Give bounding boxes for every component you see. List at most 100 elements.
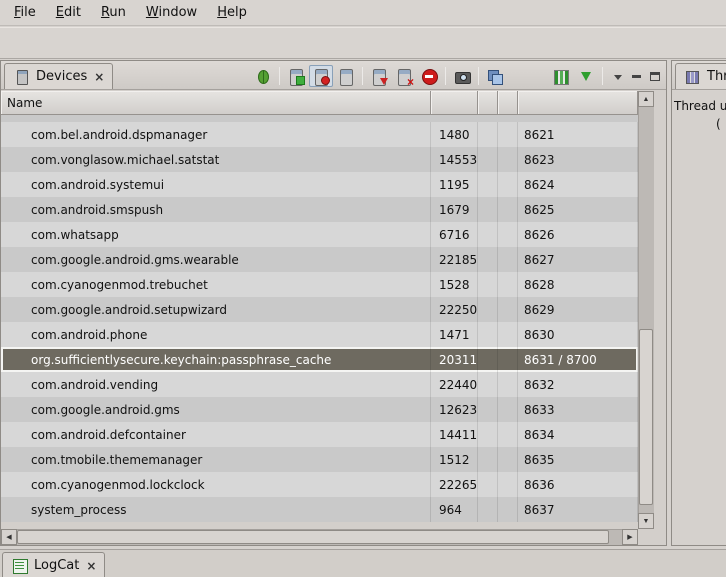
kill-process-button[interactable] [392,65,416,87]
process-port: 8635 [518,447,638,472]
view-menu-button[interactable] [609,68,625,84]
screen-capture-button[interactable] [450,65,474,87]
process-row[interactable]: com.android.vending224408632 [1,372,638,397]
menu-help[interactable]: Help [207,0,257,25]
cell-empty [478,322,498,347]
process-pid: 20311 [431,347,478,372]
tab-logcat-label: LogCat [34,558,79,573]
tab-devices[interactable]: Devices × [4,63,113,89]
cell-empty [498,447,518,472]
process-pid: 14553 [431,147,478,172]
process-row[interactable]: com.cyanogenmod.lockclock222658636 [1,472,638,497]
stop-process-icon [420,68,438,85]
cell-empty [478,147,498,172]
process-name: com.tmobile.thememanager [1,447,431,472]
process-port: 8631 / 8700 [518,347,638,372]
process-name: com.android.systemui [1,172,431,197]
toolbar-separator [362,67,363,85]
update-heap-button[interactable] [284,65,308,87]
tab-logcat[interactable]: LogCat × [2,552,105,577]
process-row[interactable]: system_process9648637 [1,497,638,522]
process-pid: 22250 [431,297,478,322]
cell-empty [498,172,518,197]
devices-view: Devices × Name com.bel.android.dspmanage… [0,60,667,546]
screen-capture-icon [453,68,471,85]
toolbar-separator [602,67,603,85]
cell-empty [498,472,518,497]
vertical-scrollbar[interactable] [638,91,654,529]
scroll-up-button[interactable] [638,91,654,107]
cell-empty [498,122,518,147]
stop-process-button[interactable] [417,65,441,87]
debug-process-button[interactable] [251,65,275,87]
thread-columns-button[interactable] [549,65,573,87]
menu-file[interactable]: File [4,0,46,25]
cell-empty [498,422,518,447]
scroll-right-button[interactable] [622,529,638,545]
process-name: com.android.phone [1,322,431,347]
toolbar-separator [279,67,280,85]
minimize-icon [632,75,641,78]
horizontal-scrollbar[interactable] [1,529,638,545]
horizontal-scrollbar-thumb[interactable] [17,530,609,544]
dump-hprof-button[interactable] [309,65,333,87]
logcat-icon [11,557,29,574]
vertical-scrollbar-thumb[interactable] [639,329,653,505]
process-table: Name com.bel.android.dspmanager14808621c… [1,91,666,545]
close-icon[interactable]: × [92,70,104,84]
close-icon[interactable]: × [84,559,96,573]
cell-empty [478,222,498,247]
cell-empty [498,397,518,422]
cell-empty [498,247,518,272]
bottom-bar: LogCat × [0,549,726,577]
tab-threads[interactable]: Threads [675,63,726,89]
update-threads-button[interactable] [367,65,391,87]
scroll-down-button[interactable] [638,513,654,529]
process-row[interactable]: com.google.android.gms126238633 [1,397,638,422]
cell-empty [478,347,498,372]
method-profiling-icon [577,68,595,85]
process-pid: 1480 [431,122,478,147]
process-port: 8636 [518,472,638,497]
cell-empty [478,497,498,522]
process-row[interactable]: com.vonglasow.michael.satstat145538623 [1,147,638,172]
menu-run[interactable]: Run [91,0,136,25]
cell-empty [498,272,518,297]
process-row[interactable]: com.cyanogenmod.trebuchet15288628 [1,272,638,297]
cell-empty [498,372,518,397]
threads-message-line1: Thread up [672,91,726,113]
process-pid: 1512 [431,447,478,472]
debug-process-icon [254,68,272,85]
cell-empty [498,197,518,222]
maximize-icon [650,72,660,81]
process-row[interactable]: com.android.defcontainer144118634 [1,422,638,447]
process-row[interactable]: com.google.android.setupwizard222508629 [1,297,638,322]
scroll-left-button[interactable] [1,529,17,545]
maximize-button[interactable] [647,68,663,84]
process-row[interactable]: org.sufficientlysecure.keychain:passphra… [1,347,638,372]
process-pid: 12623 [431,397,478,422]
process-port: 8630 [518,322,638,347]
hierarchy-view-button[interactable] [483,65,507,87]
minimize-button[interactable] [628,68,644,84]
cell-empty [478,397,498,422]
process-row[interactable]: com.google.android.gms.wearable221858627 [1,247,638,272]
process-row[interactable]: com.android.smspush16798625 [1,197,638,222]
column-header-name[interactable]: Name [1,91,431,114]
process-row[interactable]: com.android.systemui11958624 [1,172,638,197]
device-icon [13,68,31,85]
column-header-pid [431,91,478,114]
method-profiling-button[interactable] [574,65,598,87]
menu-edit[interactable]: Edit [46,0,91,25]
cause-gc-button[interactable] [334,65,358,87]
process-row[interactable]: com.whatsapp67168626 [1,222,638,247]
devices-toolbar [251,64,663,88]
process-row[interactable]: com.bel.android.dspmanager14808621 [1,122,638,147]
menu-window[interactable]: Window [136,0,207,25]
process-port: 8634 [518,422,638,447]
main-toolbar [0,27,726,59]
process-row[interactable]: com.tmobile.thememanager1512 8635 [1,447,638,472]
cell-empty [478,197,498,222]
process-port: 8624 [518,172,638,197]
process-row[interactable]: com.android.phone14718630 [1,322,638,347]
